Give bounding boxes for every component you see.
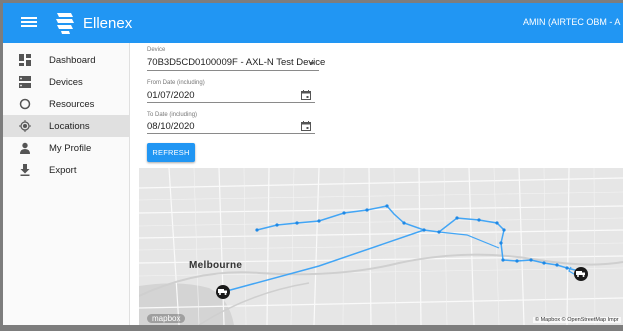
dashboard-icon xyxy=(19,54,31,66)
ellenex-logo-icon xyxy=(56,13,74,34)
app-window: Ellenex AMIN (AIRTEC OBM - A Dashboard D… xyxy=(3,3,623,325)
from-date-underline xyxy=(147,102,315,103)
sidebar-item-label: Export xyxy=(49,164,77,176)
chevron-down-icon[interactable] xyxy=(309,62,315,65)
location-icon xyxy=(19,120,31,132)
mapbox-logo[interactable]: mapbox xyxy=(147,314,186,323)
truck-marker-end[interactable] xyxy=(574,267,588,281)
app-title: Ellenex xyxy=(83,15,133,32)
person-icon xyxy=(20,142,30,154)
sidebar-item-export[interactable]: Export xyxy=(3,159,129,181)
download-icon xyxy=(20,164,30,176)
sidebar-item-dashboard[interactable]: Dashboard xyxy=(3,49,129,71)
to-date-input[interactable]: 08/10/2020 xyxy=(147,121,195,132)
app-bar: Ellenex AMIN (AIRTEC OBM - A xyxy=(3,3,623,43)
sidebar-item-resources[interactable]: Resources xyxy=(3,93,129,115)
menu-icon[interactable] xyxy=(21,15,37,31)
calendar-icon[interactable] xyxy=(301,90,311,100)
device-select-underline xyxy=(147,70,319,71)
refresh-button[interactable]: REFRESH xyxy=(147,143,195,162)
calendar-icon[interactable] xyxy=(301,121,311,131)
sidebar: Dashboard Devices Resources Locations My… xyxy=(3,43,130,325)
location-map[interactable]: Melbourne mapbox © Mapbox © OpenStreetMa… xyxy=(139,168,623,325)
from-date-label: From Date (including) xyxy=(147,80,205,86)
to-date-label: To Date (including) xyxy=(147,112,198,118)
map-attribution[interactable]: © Mapbox © OpenStreetMap Impr xyxy=(533,317,621,323)
sidebar-item-label: Dashboard xyxy=(49,54,96,66)
resources-icon xyxy=(19,98,31,110)
device-select-label: Device xyxy=(147,47,166,53)
sidebar-item-label: Devices xyxy=(49,76,83,88)
sidebar-item-label: My Profile xyxy=(49,142,92,154)
sidebar-item-my-profile[interactable]: My Profile xyxy=(3,137,129,159)
device-select[interactable]: 70B3D5CD0100009F - AXL-N Test Device xyxy=(147,57,325,68)
sidebar-item-locations[interactable]: Locations xyxy=(3,115,129,137)
sidebar-item-label: Locations xyxy=(49,120,90,132)
devices-icon xyxy=(19,76,31,88)
user-account-label[interactable]: AMIN (AIRTEC OBM - A xyxy=(523,17,620,27)
from-date-input[interactable]: 01/07/2020 xyxy=(147,90,195,101)
sidebar-item-label: Resources xyxy=(49,98,95,110)
truck-marker-start[interactable] xyxy=(216,285,230,299)
map-city-label: Melbourne xyxy=(189,260,243,271)
main-content: Device 70B3D5CD0100009F - AXL-N Test Dev… xyxy=(131,43,623,325)
map-canvas xyxy=(139,168,623,325)
to-date-underline xyxy=(147,133,315,134)
sidebar-item-devices[interactable]: Devices xyxy=(3,71,129,93)
